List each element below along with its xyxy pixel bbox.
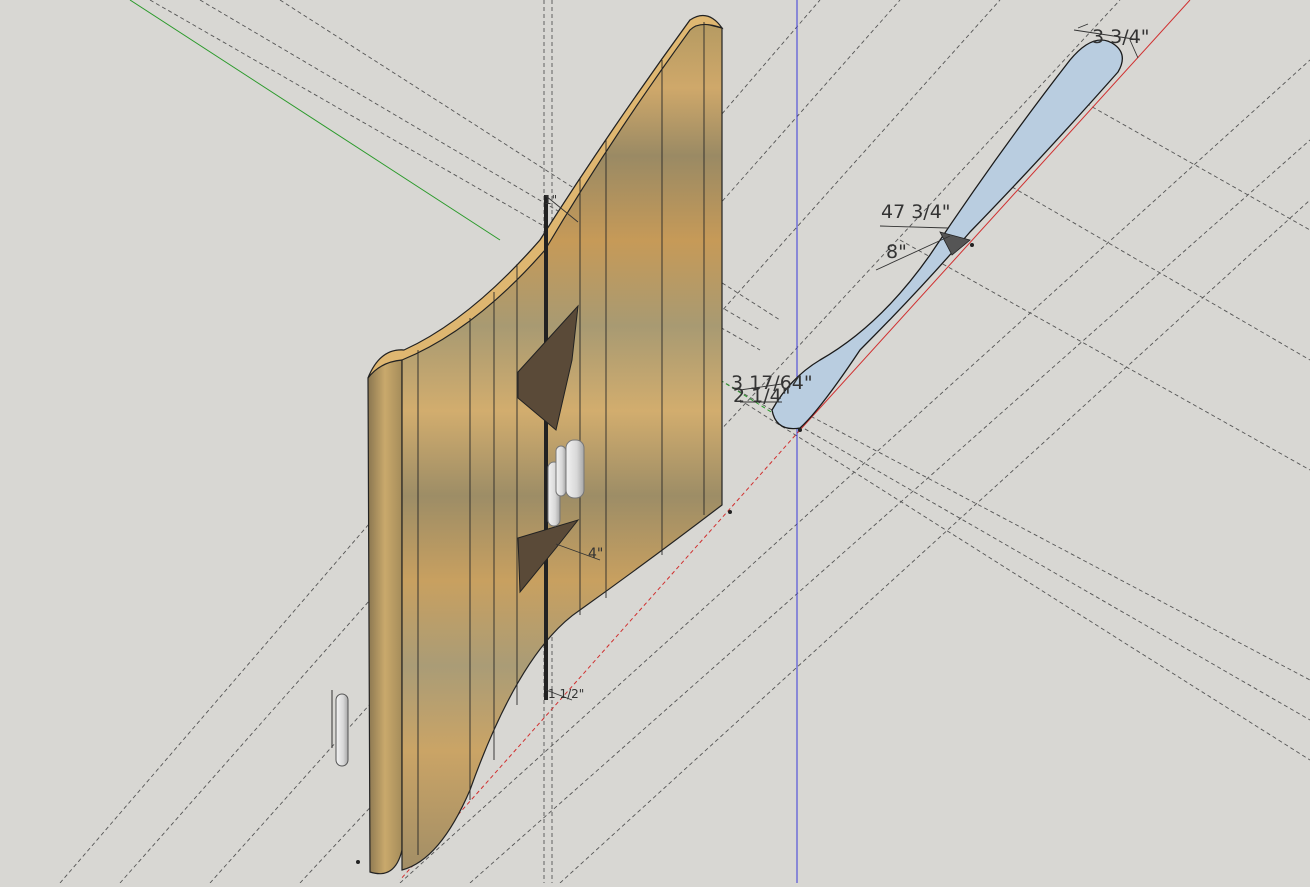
peg-large [565, 439, 585, 499]
peg-small [555, 445, 567, 497]
dim-top-width: 3 3/4" [1092, 26, 1149, 48]
panel-rounded-edge [367, 349, 403, 875]
green-axis [129, 0, 501, 241]
dim-slot-bottom: 1 1/2" [548, 687, 584, 701]
dim-slot-mid: 4" [588, 546, 603, 562]
dim-length: 47 3/4" [881, 201, 951, 223]
dim-left-lower: 2 1/4" [733, 385, 790, 407]
dim-slot-top: 1" [544, 193, 557, 207]
dim-mid-width: 8" [886, 241, 907, 263]
wood-panel[interactable] [367, 14, 724, 875]
red-axis [799, 0, 1191, 431]
sketchup-3d-viewport[interactable]: 3 3/4" 47 3/4" 8" 3 17/64" 2 1/4" 1" 4" … [0, 0, 1310, 884]
cross-section-profile[interactable] [771, 39, 1123, 430]
loose-peg[interactable] [331, 690, 349, 767]
